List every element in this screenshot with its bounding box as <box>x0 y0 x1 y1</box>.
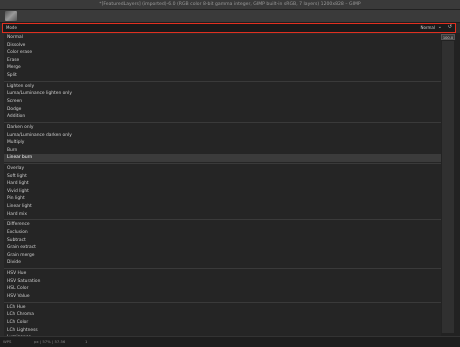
menu-item[interactable]: LCh Color <box>4 319 441 327</box>
top-toolbar <box>0 10 460 23</box>
menu-item[interactable]: Grain extract <box>4 244 441 252</box>
menu-item[interactable]: HSV Hue <box>4 270 441 278</box>
menu-item[interactable]: Luma/Luminance lighten only <box>4 90 441 98</box>
menu-item[interactable]: Vivid light <box>4 188 441 196</box>
menu-item[interactable]: HSV Saturation <box>4 278 441 286</box>
mode-label: Mode <box>6 25 17 30</box>
menu-item[interactable]: Screen <box>4 98 441 106</box>
menu-item[interactable]: LCh Lightness <box>4 327 441 335</box>
window-title: *[FeaturedLayers] (imported)-6.0 (RGB co… <box>0 0 460 10</box>
menu-separator <box>4 267 441 270</box>
menu-item[interactable]: LCh Hue <box>4 304 441 312</box>
menu-item[interactable]: Hard mix <box>4 211 441 219</box>
chevron-down-icon[interactable]: ⌄ <box>438 24 442 31</box>
blend-mode-menu[interactable]: Normal Dissolve Color erase Erase Merge Split… <box>4 34 441 336</box>
reset-icon[interactable]: ↺ <box>448 24 452 31</box>
menu-item[interactable]: Hard light <box>4 180 441 188</box>
menu-item[interactable]: Multiply <box>4 139 441 147</box>
menu-item[interactable]: Merge <box>4 64 441 72</box>
gimp-logo-icon[interactable] <box>5 11 17 21</box>
menu-item[interactable]: Normal <box>4 34 441 42</box>
mode-select[interactable]: Normal <box>421 24 435 31</box>
menu-item[interactable]: Grain merge <box>4 252 441 260</box>
menu-item[interactable]: Erase <box>4 57 441 65</box>
menu-item[interactable]: Divide <box>4 259 441 267</box>
menu-item[interactable]: Darken only <box>4 124 441 132</box>
menu-item[interactable]: Split <box>4 72 441 80</box>
menu-item[interactable]: HSL Color <box>4 285 441 293</box>
percent-value[interactable]: 100.0 <box>441 34 455 40</box>
menu-item[interactable]: Linear light <box>4 203 441 211</box>
status-bar: WPS px | 57% | 57.56 1 <box>0 336 460 347</box>
menu-item[interactable]: Soft light <box>4 173 441 181</box>
menu-separator <box>4 162 441 165</box>
menu-separator <box>4 80 441 83</box>
menu-separator <box>4 121 441 124</box>
menu-item[interactable]: Color erase <box>4 49 441 57</box>
mode-bar[interactable]: Mode Normal ⌄ ↺ <box>2 23 456 33</box>
menu-item[interactable]: Exclusion <box>4 229 441 237</box>
menu-item[interactable]: Luma/Luminance darken only <box>4 132 441 140</box>
menu-item[interactable]: HSV Value <box>4 293 441 301</box>
menu-item[interactable]: Burn <box>4 147 441 155</box>
menu-item[interactable]: Addition <box>4 113 441 121</box>
menu-item[interactable]: Difference <box>4 221 441 229</box>
menu-item[interactable]: LCh Chroma <box>4 311 441 319</box>
scrollbar[interactable] <box>441 41 454 333</box>
menu-item[interactable]: Subtract <box>4 237 441 245</box>
menu-item[interactable]: Overlay <box>4 165 441 173</box>
menu-item[interactable]: Dodge <box>4 106 441 114</box>
menu-item[interactable]: Linear burn <box>4 154 441 162</box>
menu-separator <box>4 218 441 221</box>
menu-item[interactable]: Lighten only <box>4 83 441 91</box>
menu-item[interactable]: Pin light <box>4 195 441 203</box>
menu-separator <box>4 301 441 304</box>
menu-item[interactable]: Dissolve <box>4 42 441 50</box>
